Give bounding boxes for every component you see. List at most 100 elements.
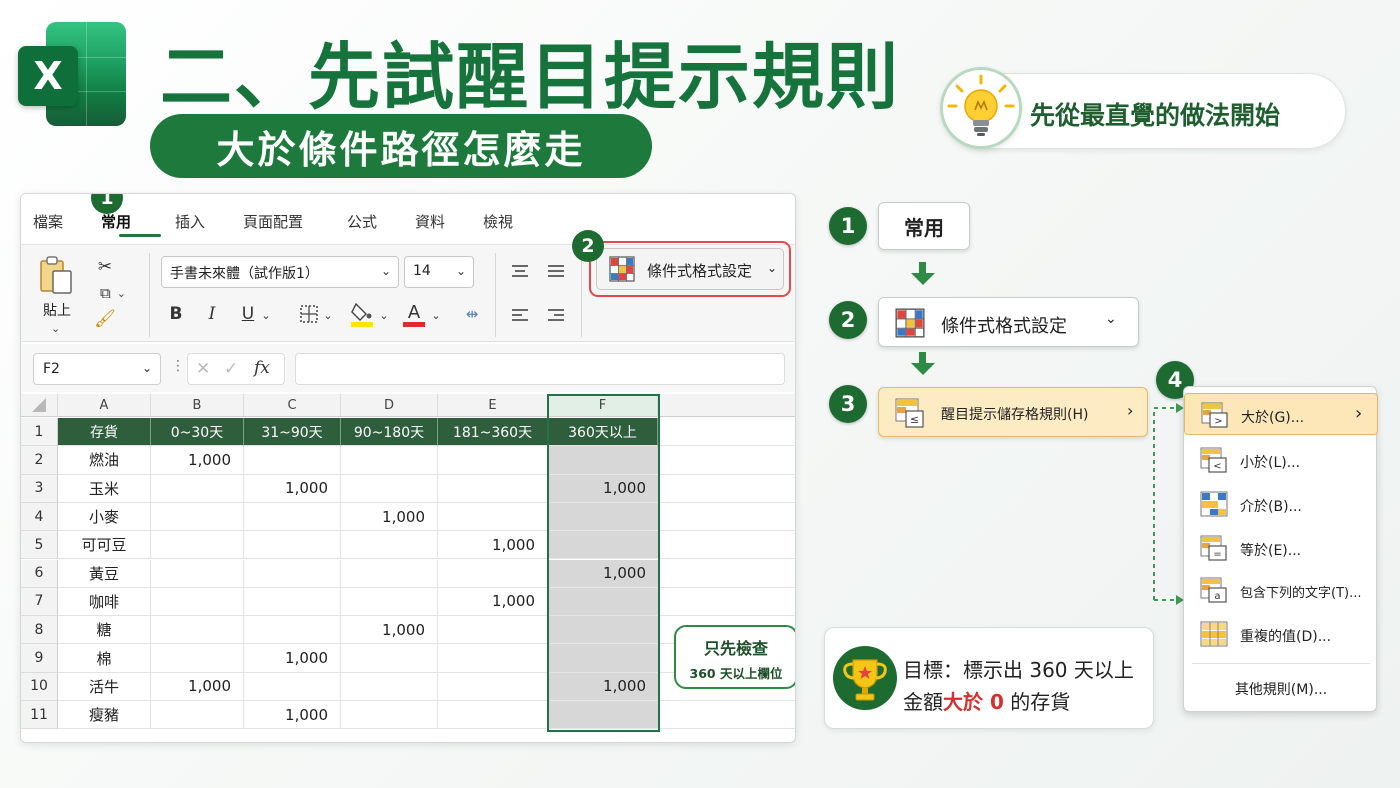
- value-cell[interactable]: [438, 559, 548, 588]
- align-left-icon[interactable]: [507, 303, 533, 327]
- value-cell[interactable]: [341, 644, 438, 673]
- column-header-e[interactable]: E: [438, 394, 548, 417]
- value-cell[interactable]: [548, 616, 658, 645]
- value-cell[interactable]: 1,000: [438, 531, 548, 560]
- empty-cell[interactable]: [658, 503, 795, 532]
- value-cell[interactable]: [151, 474, 244, 503]
- font-color-dropdown-icon[interactable]: ⌄: [429, 303, 443, 327]
- enter-icon[interactable]: ✓: [224, 359, 238, 379]
- align-right-icon[interactable]: [543, 303, 569, 327]
- item-cell[interactable]: 咖啡: [58, 587, 151, 617]
- borders-dropdown-icon[interactable]: ⌄: [321, 303, 335, 327]
- value-cell[interactable]: [438, 474, 548, 503]
- row-header[interactable]: 4: [21, 502, 58, 532]
- menu-item-duplicate-values[interactable]: 重複的值(D)...: [1184, 613, 1378, 655]
- value-cell[interactable]: [438, 644, 548, 673]
- empty-cell[interactable]: [658, 446, 795, 475]
- value-cell[interactable]: 1,000: [244, 701, 341, 730]
- column-header-d[interactable]: D: [341, 394, 438, 417]
- borders-icon[interactable]: [297, 301, 321, 327]
- value-cell[interactable]: [151, 502, 244, 532]
- menu-item-text-contains[interactable]: a 包含下列的文字(T)...: [1184, 569, 1378, 611]
- empty-cell[interactable]: [658, 560, 795, 588]
- value-cell[interactable]: [244, 446, 341, 475]
- value-cell[interactable]: [548, 502, 658, 532]
- conditional-format-button[interactable]: 條件式格式設定 ⌄: [596, 248, 784, 290]
- item-cell[interactable]: 玉米: [58, 474, 151, 503]
- value-cell[interactable]: 1,000: [341, 502, 438, 532]
- item-cell[interactable]: 瘦豬: [58, 701, 151, 730]
- value-cell[interactable]: [438, 701, 548, 730]
- value-cell[interactable]: [244, 587, 341, 617]
- column-header-b[interactable]: B: [151, 394, 244, 417]
- menu-item-more-rules[interactable]: 其他規則(M)...: [1184, 667, 1378, 709]
- value-cell[interactable]: 1,000: [151, 446, 244, 475]
- value-cell[interactable]: [341, 701, 438, 730]
- value-cell[interactable]: [151, 559, 244, 588]
- tab-formulas[interactable]: 公式: [347, 211, 377, 232]
- format-painter-icon[interactable]: 🖌: [93, 307, 117, 331]
- value-cell[interactable]: 1,000: [548, 559, 658, 588]
- tab-view[interactable]: 檢視: [483, 211, 513, 232]
- align-middle-icon[interactable]: [543, 259, 569, 283]
- empty-cell[interactable]: [658, 701, 795, 730]
- phonetic-icon[interactable]: ⇹: [461, 301, 483, 327]
- column-header-c[interactable]: C: [244, 394, 341, 417]
- value-cell[interactable]: [438, 672, 548, 701]
- name-box[interactable]: F2 ⌄: [33, 353, 161, 385]
- item-cell[interactable]: 棉: [58, 644, 151, 673]
- paste-label[interactable]: 貼上 ⌄: [43, 300, 71, 336]
- value-cell[interactable]: 1,000: [548, 474, 658, 503]
- value-cell[interactable]: [438, 446, 548, 475]
- tab-page-layout[interactable]: 頁面配置: [243, 211, 303, 232]
- step1-home-tab[interactable]: 常用: [878, 202, 970, 250]
- insert-function-icon[interactable]: fx: [254, 358, 270, 378]
- row-header[interactable]: 8: [21, 616, 58, 645]
- value-cell[interactable]: [341, 474, 438, 503]
- cut-icon[interactable]: ✂: [93, 255, 117, 279]
- italic-button[interactable]: I: [201, 301, 223, 327]
- row-header[interactable]: 2: [21, 446, 58, 475]
- value-cell[interactable]: 1,000: [341, 616, 438, 645]
- value-cell[interactable]: [244, 531, 341, 560]
- underline-button[interactable]: U: [237, 301, 259, 327]
- column-header-f[interactable]: F: [548, 394, 658, 417]
- align-top-icon[interactable]: [507, 259, 533, 283]
- value-cell[interactable]: [548, 701, 658, 730]
- step3-highlight-rules[interactable]: ≤ 醒目提示儲存格規則(H) ›: [878, 387, 1148, 437]
- tab-home[interactable]: 常用: [101, 211, 131, 232]
- menu-item-equal-to[interactable]: = 等於(E)...: [1184, 527, 1378, 569]
- tab-insert[interactable]: 插入: [175, 211, 205, 232]
- item-cell[interactable]: 糖: [58, 616, 151, 645]
- header-cell-item[interactable]: 存貨: [58, 418, 151, 447]
- value-cell[interactable]: [341, 531, 438, 560]
- item-cell[interactable]: 燃油: [58, 446, 151, 475]
- value-cell[interactable]: [438, 616, 548, 645]
- row-header[interactable]: 7: [21, 587, 58, 617]
- row-header[interactable]: 5: [21, 531, 58, 560]
- row-header[interactable]: 10: [21, 672, 58, 701]
- item-cell[interactable]: 黃豆: [58, 559, 151, 588]
- value-cell[interactable]: 1,000: [244, 644, 341, 673]
- value-cell[interactable]: 1,000: [438, 587, 548, 617]
- menu-item-less-than[interactable]: < 小於(L)...: [1184, 439, 1378, 481]
- header-cell-b[interactable]: 0~30天: [151, 418, 244, 447]
- fill-color-dropdown-icon[interactable]: ⌄: [377, 303, 391, 327]
- value-cell[interactable]: [341, 446, 438, 475]
- font-color-icon[interactable]: A: [401, 299, 427, 329]
- value-cell[interactable]: [244, 616, 341, 645]
- value-cell[interactable]: 1,000: [151, 672, 244, 701]
- tab-file[interactable]: 檔案: [33, 211, 63, 232]
- column-header-a[interactable]: A: [58, 394, 151, 417]
- empty-cell[interactable]: [658, 475, 795, 503]
- item-cell[interactable]: 小麥: [58, 502, 151, 532]
- cancel-icon[interactable]: ✕: [196, 359, 210, 379]
- row-header[interactable]: 6: [21, 559, 58, 588]
- value-cell[interactable]: 1,000: [244, 474, 341, 503]
- value-cell[interactable]: [548, 644, 658, 673]
- paste-icon[interactable]: [39, 255, 75, 295]
- menu-item-between[interactable]: 介於(B)...: [1184, 483, 1378, 525]
- item-cell[interactable]: 活牛: [58, 672, 151, 701]
- value-cell[interactable]: [341, 587, 438, 617]
- menu-item-greater-than[interactable]: > 大於(G)... ›: [1184, 393, 1378, 435]
